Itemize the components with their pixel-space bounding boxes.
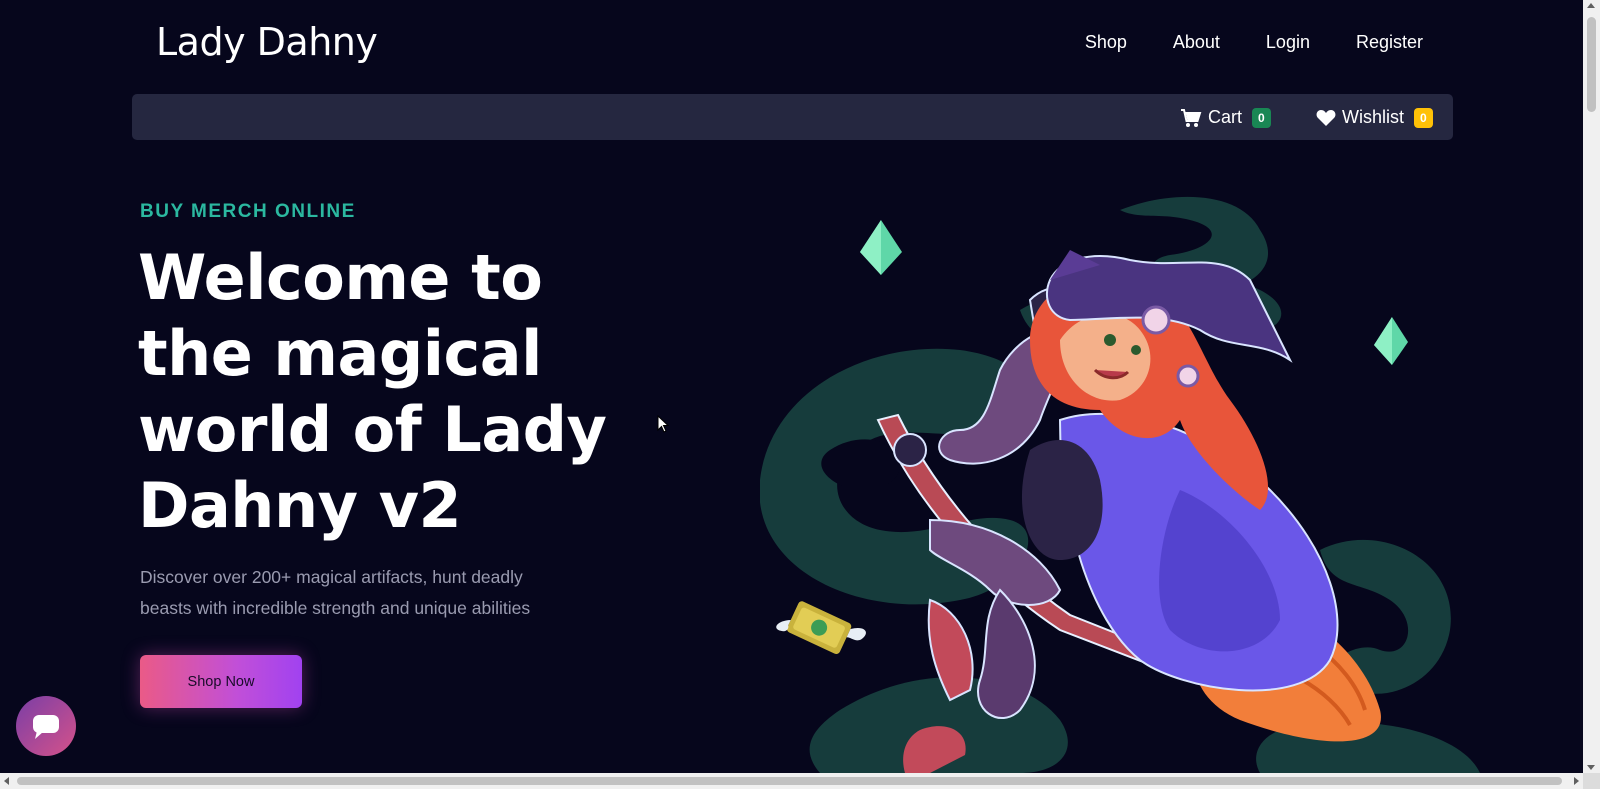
witch-illustration — [760, 196, 1480, 773]
nav-login[interactable]: Login — [1266, 32, 1310, 53]
heart-icon — [1316, 109, 1336, 126]
vertical-scrollbar[interactable] — [1583, 0, 1600, 773]
wishlist-count-badge: 0 — [1414, 107, 1433, 128]
scroll-down-arrow-icon[interactable] — [1587, 765, 1595, 770]
vertical-scroll-thumb[interactable] — [1587, 17, 1596, 112]
nav-register[interactable]: Register — [1356, 32, 1423, 53]
nav-about[interactable]: About — [1173, 32, 1220, 53]
mouse-cursor-icon — [657, 415, 669, 433]
scroll-up-arrow-icon[interactable] — [1587, 3, 1595, 8]
scrollbar-corner — [1583, 773, 1600, 789]
cart-link[interactable]: Cart 0 — [1180, 107, 1271, 128]
hero-description: Discover over 200+ magical artifacts, hu… — [140, 567, 531, 618]
scroll-right-arrow-icon[interactable] — [1574, 777, 1579, 785]
nav-shop[interactable]: Shop — [1085, 32, 1127, 53]
scroll-left-arrow-icon[interactable] — [4, 777, 9, 785]
horizontal-scrollbar[interactable] — [0, 773, 1583, 789]
crystal-right — [1374, 317, 1408, 365]
cart-wishlist-bar: Cart 0 Wishlist 0 — [132, 94, 1453, 140]
hero-headline: Welcome to the magical world of Lady Dah… — [138, 241, 607, 542]
horizontal-scroll-thumb[interactable] — [17, 777, 1562, 785]
cart-label: Cart — [1208, 107, 1243, 127]
crystal-left — [860, 220, 902, 275]
site-brand[interactable]: Lady Dahny — [156, 20, 378, 64]
chat-widget-button[interactable] — [16, 696, 76, 756]
chat-bubble-icon — [33, 715, 59, 739]
main-nav: Shop About Login Register — [1085, 32, 1423, 53]
flying-money — [776, 601, 866, 655]
hero-eyebrow: BUY MERCH ONLINE — [140, 201, 356, 222]
shop-now-button[interactable]: Shop Now — [140, 655, 302, 708]
cart-count-badge: 0 — [1252, 107, 1271, 128]
page-viewport: Lady Dahny Shop About Login Register Car… — [0, 0, 1583, 773]
wishlist-label: Wishlist — [1342, 107, 1404, 127]
wishlist-link[interactable]: Wishlist 0 — [1316, 107, 1433, 128]
cart-icon — [1181, 108, 1202, 127]
